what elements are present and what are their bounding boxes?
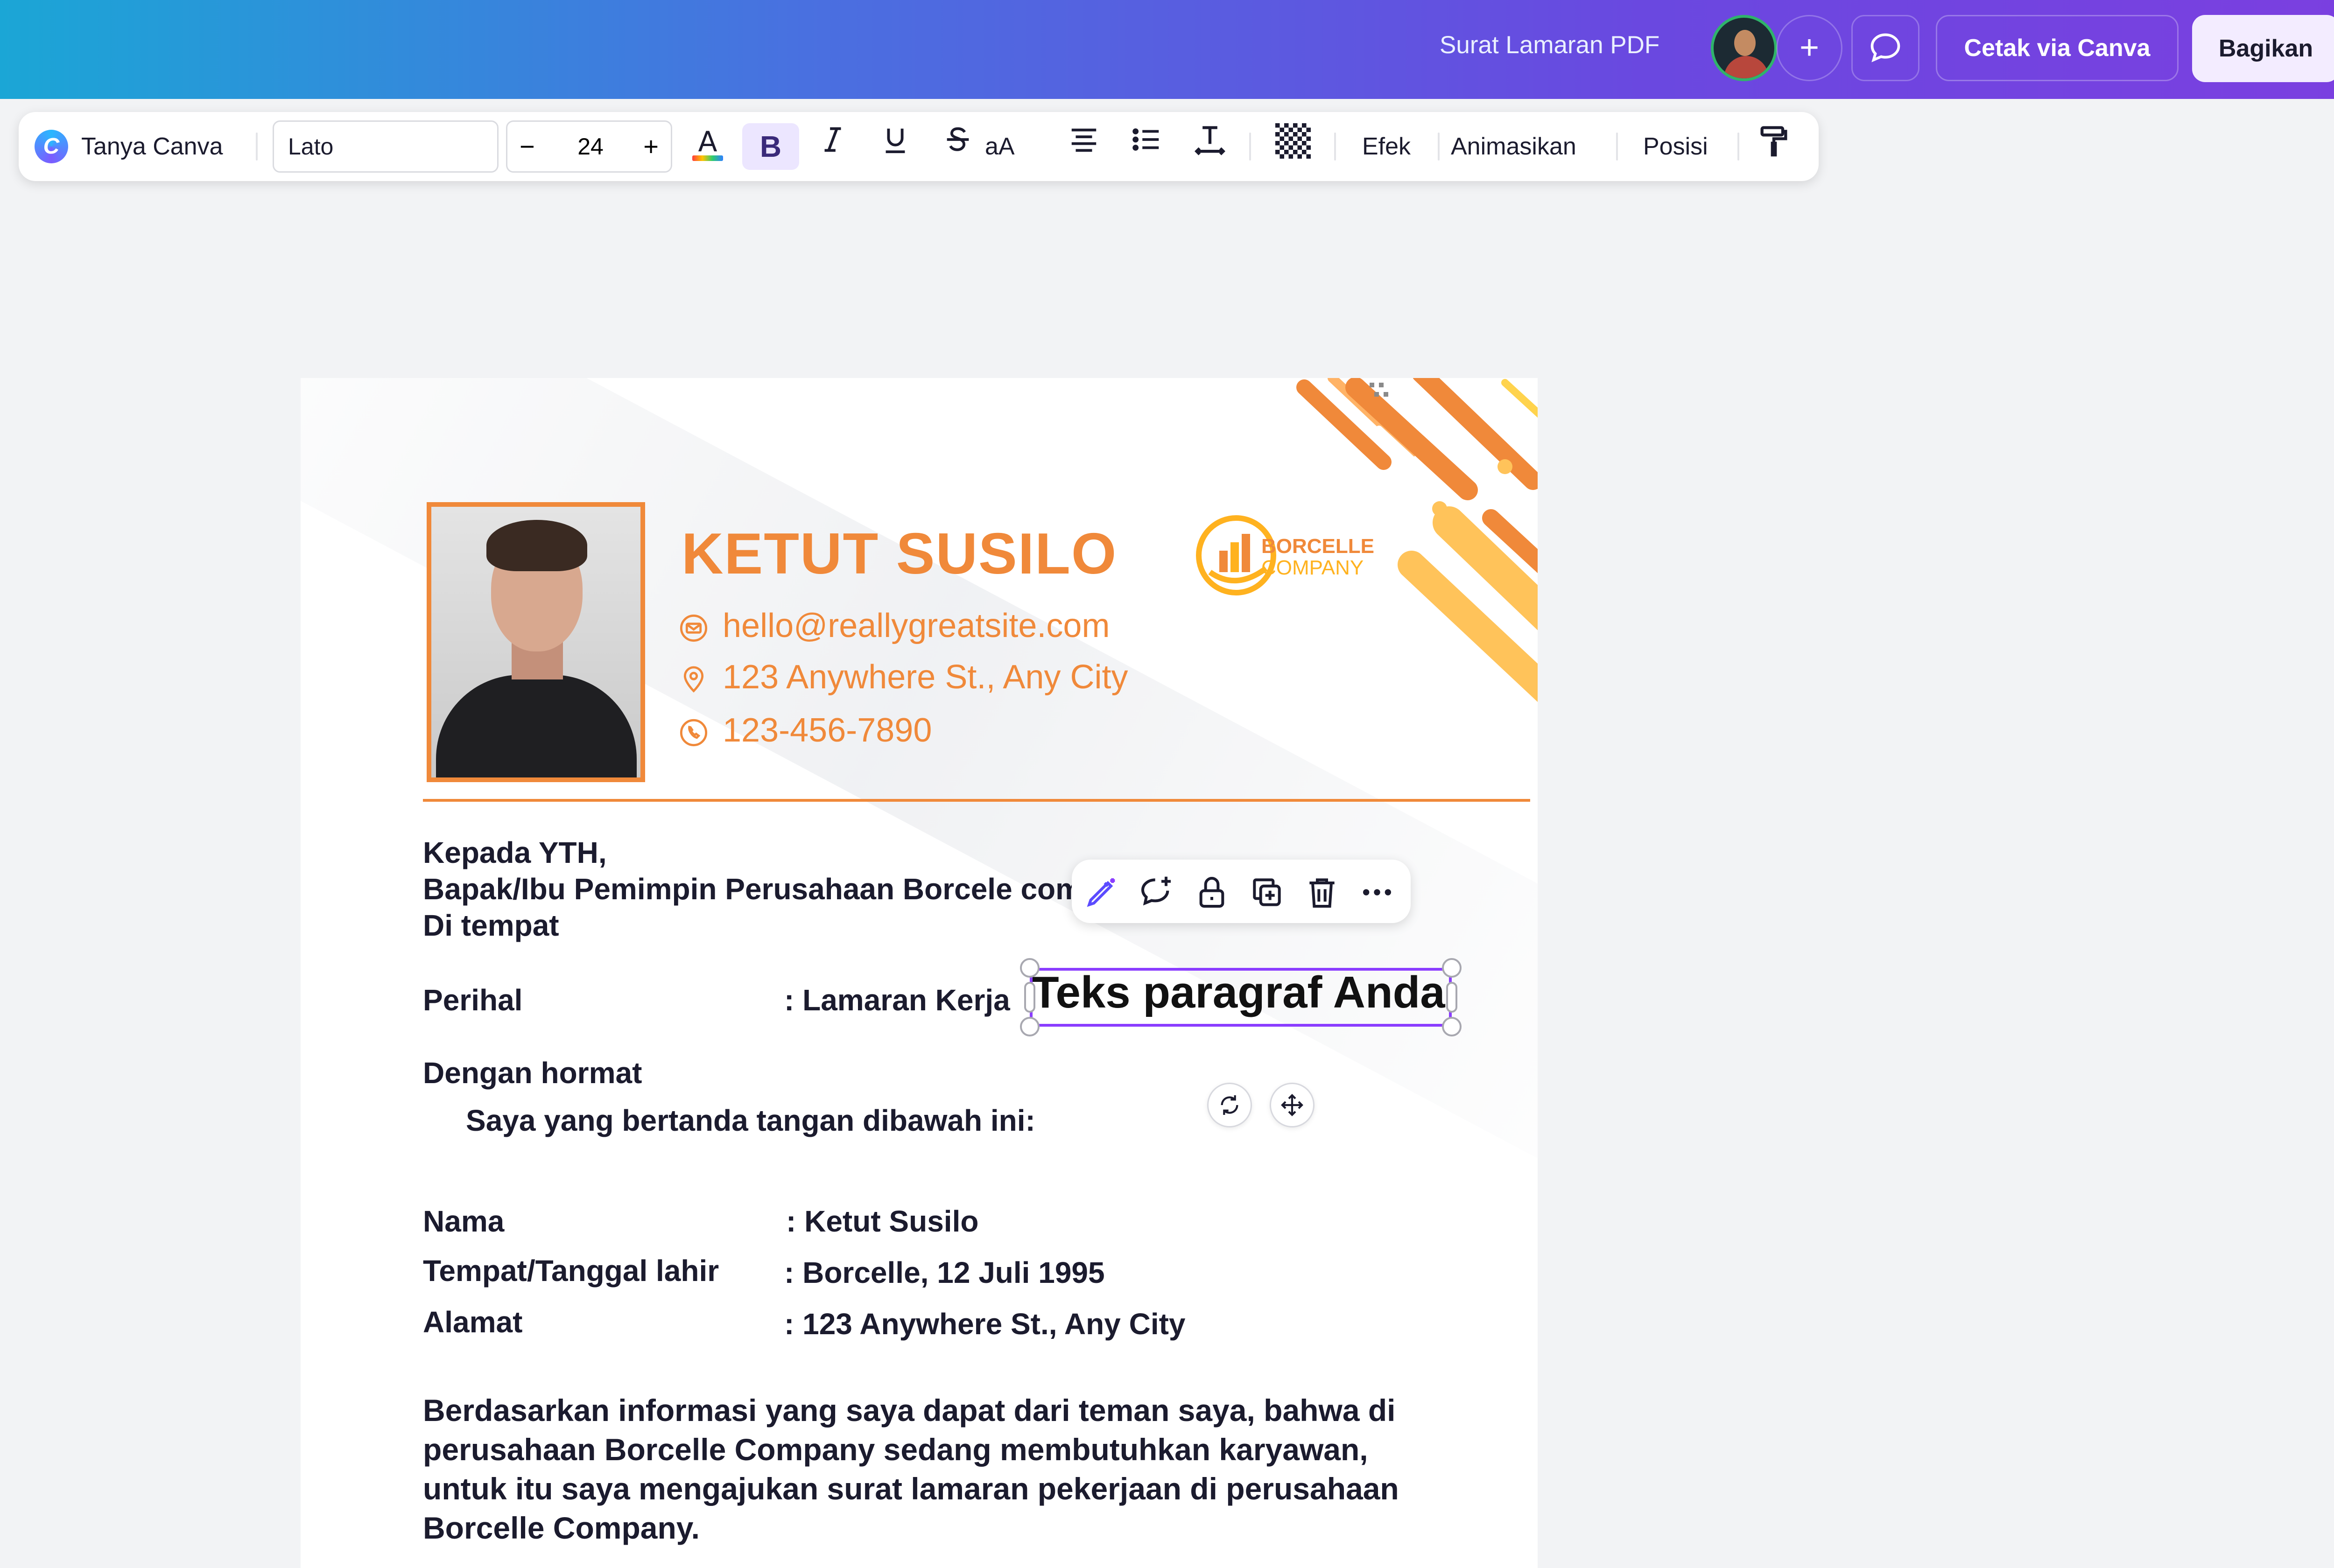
email-icon <box>680 614 708 642</box>
logo-company-word: COMPANY <box>1261 556 1364 579</box>
divider <box>1249 133 1251 161</box>
resize-handle-top-left[interactable] <box>1020 958 1040 978</box>
email-text[interactable]: hello@reallygreatsite.com <box>723 607 1110 645</box>
divider <box>1438 133 1440 161</box>
add-collaborator-button[interactable]: + <box>1776 15 1842 81</box>
resize-handle-bottom-right[interactable] <box>1442 1017 1462 1036</box>
field-value-birth[interactable]: : Borcelle, 12 Juli 1995 <box>784 1255 1105 1290</box>
align-center-button[interactable] <box>1061 123 1107 170</box>
align-center-icon <box>1071 128 1097 152</box>
phone-text[interactable]: 123-456-7890 <box>723 711 932 749</box>
document-title[interactable]: Surat Lamaran PDF <box>1440 31 1659 59</box>
field-value-name[interactable]: : Ketut Susilo <box>786 1204 978 1239</box>
share-button[interactable]: Bagikan <box>2192 15 2334 82</box>
copy-style-button[interactable] <box>1750 123 1797 170</box>
underline-button[interactable] <box>872 123 919 170</box>
strikethrough-icon <box>947 127 969 151</box>
company-logo[interactable]: BORCELLE COMPANY <box>1196 512 1374 601</box>
move-button[interactable] <box>1270 1083 1315 1127</box>
transparency-icon <box>1275 123 1311 159</box>
field-value-address[interactable]: : 123 Anywhere St., Any City <box>784 1307 1186 1341</box>
bold-button[interactable]: B <box>742 123 799 170</box>
field-label-address[interactable]: Alamat <box>423 1305 522 1339</box>
add-comment-icon[interactable] <box>1138 874 1175 911</box>
phone-icon <box>680 719 708 747</box>
profile-photo[interactable] <box>427 502 645 782</box>
design-page[interactable]: KETUT SUSILO hello@reallygreatsite.com 1… <box>301 378 1538 1568</box>
magic-edit-icon[interactable] <box>1083 874 1120 911</box>
body-line: Berdasarkan informasi yang saya dapat da… <box>423 1393 1396 1428</box>
text-color-button[interactable]: A <box>684 123 731 170</box>
text-toolbar: C Tanya Canva Lato − 24 + A B aA Efek An… <box>19 112 1819 181</box>
increase-font-size-button[interactable]: + <box>643 122 659 171</box>
italic-button[interactable] <box>809 123 856 170</box>
font-size-stepper: − 24 + <box>506 120 672 173</box>
selection-outline <box>1030 968 1452 1027</box>
underline-icon <box>886 128 905 154</box>
element-context-menu <box>1072 860 1411 923</box>
divider <box>256 133 258 161</box>
subject-value[interactable]: : Lamaran Kerja <box>784 983 1010 1017</box>
greeting-text[interactable]: Dengan hormat <box>423 1056 642 1090</box>
divider <box>1616 133 1618 161</box>
recipient-line-2[interactable]: Bapak/Ibu Pemimpin Perusahaan Borcele co… <box>423 872 1082 906</box>
rotate-icon <box>1221 1095 1238 1115</box>
rotate-button[interactable] <box>1207 1083 1252 1127</box>
top-bar: Surat Lamaran PDF + Cetak via Canva Bagi… <box>0 0 2334 99</box>
field-label-birth[interactable]: Tempat/Tanggal lahir <box>423 1253 719 1288</box>
effects-button[interactable]: Efek <box>1362 112 1411 181</box>
resize-handle-bottom-left[interactable] <box>1020 1017 1040 1036</box>
address-text[interactable]: 123 Anywhere St., Any City <box>723 658 1128 696</box>
bullet-list-icon <box>1132 128 1159 151</box>
body-line: perusahaan Borcelle Company sedang membu… <box>423 1432 1368 1467</box>
body-paragraph[interactable]: Berdasarkan informasi yang saya dapat da… <box>423 1391 1450 1547</box>
strikethrough-button[interactable] <box>935 123 981 170</box>
spacing-button[interactable] <box>1187 123 1233 170</box>
resize-handle-top-right[interactable] <box>1442 958 1462 978</box>
font-family-select[interactable]: Lato <box>273 120 499 173</box>
bullet-list-button[interactable] <box>1123 123 1170 170</box>
svg-text:A: A <box>698 126 717 158</box>
intro-text[interactable]: Saya yang bertanda tangan dibawah ini: <box>466 1103 1035 1138</box>
logo-company-name: BORCELLE <box>1261 535 1374 558</box>
applicant-name[interactable]: KETUT SUSILO <box>682 521 1117 587</box>
lock-icon[interactable] <box>1193 874 1230 911</box>
ask-canva-button[interactable]: Tanya Canva <box>81 112 223 181</box>
header-divider-line <box>423 799 1530 802</box>
duplicate-icon[interactable] <box>1248 874 1286 911</box>
decrease-font-size-button[interactable]: − <box>520 122 535 171</box>
more-options-icon[interactable] <box>1358 874 1396 911</box>
text-spacing-icon <box>1195 126 1225 155</box>
transparency-button[interactable] <box>1270 123 1316 170</box>
animate-button[interactable]: Animasikan <box>1451 112 1576 181</box>
body-line: Borcelle Company. <box>423 1511 700 1545</box>
recipient-line-1[interactable]: Kepada YTH, <box>423 835 607 870</box>
text-color-icon: A <box>692 126 723 161</box>
divider <box>1334 133 1336 161</box>
font-size-input[interactable]: 24 <box>558 122 623 171</box>
position-button[interactable]: Posisi <box>1643 112 1708 181</box>
field-label-name[interactable]: Nama <box>423 1204 504 1239</box>
resize-handle-left[interactable] <box>1024 982 1035 1013</box>
italic-icon <box>824 127 841 152</box>
delete-icon[interactable] <box>1303 874 1341 911</box>
print-via-canva-button[interactable]: Cetak via Canva <box>1936 15 2179 81</box>
move-icon <box>1281 1094 1303 1116</box>
subject-label[interactable]: Perihal <box>423 983 522 1017</box>
divider <box>1737 133 1739 161</box>
comment-button[interactable] <box>1851 15 1919 81</box>
comment-icon <box>1870 33 1900 63</box>
recipient-line-3[interactable]: Di tempat <box>423 908 559 943</box>
canva-assistant-icon: C <box>35 130 68 163</box>
user-avatar[interactable] <box>1711 15 1777 81</box>
body-line: untuk itu saya mengajukan surat lamaran … <box>423 1471 1399 1506</box>
resize-handle-right[interactable] <box>1446 982 1457 1013</box>
letter-case-button[interactable]: aA <box>985 112 1015 181</box>
location-pin-icon <box>683 666 704 693</box>
paint-roller-icon <box>1760 126 1787 157</box>
